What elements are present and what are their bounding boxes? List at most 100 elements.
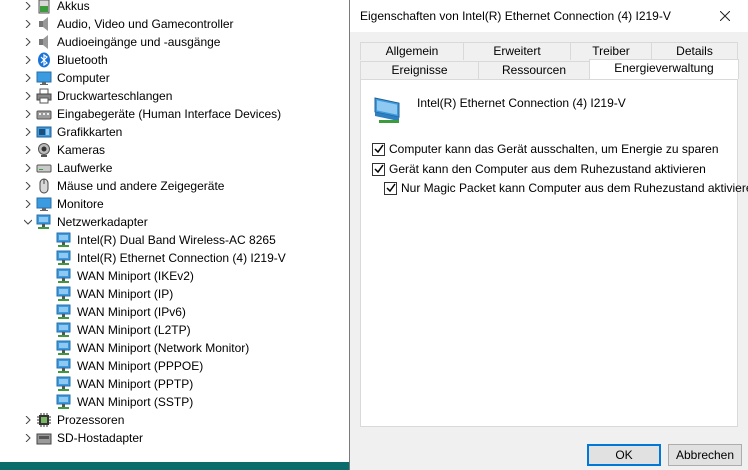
checkbox-label: Nur Magic Packet kann Computer aus dem R…: [401, 181, 748, 195]
battery-icon: [36, 0, 52, 14]
tree-item-label: Mäuse und andere Zeigegeräte: [57, 179, 225, 193]
tree-child-wan-ipv6[interactable]: WAN Miniport (IPv6): [0, 303, 186, 321]
ok-button[interactable]: OK: [587, 444, 661, 466]
tree-item-label: Audioeingänge und -ausgänge: [57, 35, 221, 49]
tree-item-label: Druckwarteschlangen: [57, 89, 173, 103]
network-adapter-icon: [56, 394, 72, 410]
network-adapter-icon: [56, 250, 72, 266]
tab-treiber[interactable]: Treiber: [570, 42, 652, 60]
tree-item-label: Kameras: [57, 143, 106, 157]
network-adapter-icon: [56, 322, 72, 338]
chevron-right-icon[interactable]: [22, 432, 34, 444]
tree-child-wan-pptp[interactable]: WAN Miniport (PPTP): [0, 375, 193, 393]
drive-icon: [36, 160, 52, 176]
tree-item-cameras[interactable]: Kameras: [0, 141, 105, 159]
tab-allgemein[interactable]: Allgemein: [360, 42, 464, 60]
camera-icon: [36, 142, 52, 158]
tab-ressourcen[interactable]: Ressourcen: [478, 61, 590, 79]
tree-item-label: Audio, Video und Gamecontroller: [57, 17, 234, 31]
tree-item-graphics[interactable]: Grafikkarten: [0, 123, 122, 141]
tree-item-label: Grafikkarten: [57, 125, 123, 139]
tree-item-computer[interactable]: Computer: [0, 69, 110, 87]
chevron-right-icon[interactable]: [22, 414, 34, 426]
close-icon: [720, 10, 730, 21]
chevron-right-icon[interactable]: [22, 162, 34, 174]
checkmark-icon: [373, 144, 384, 154]
checkbox-box[interactable]: [384, 181, 397, 195]
allow-wake-checkbox[interactable]: Gerät kann den Computer aus dem Ruhezust…: [372, 162, 706, 176]
network-adapter-icon: [36, 214, 52, 230]
tree-child-label: WAN Miniport (SSTP): [77, 395, 194, 409]
close-button[interactable]: [702, 0, 748, 31]
tree-item-print-queues[interactable]: Druckwarteschlangen: [0, 87, 172, 105]
tab-details[interactable]: Details: [651, 42, 738, 60]
tab-energieverwaltung[interactable]: Energieverwaltung: [589, 59, 739, 79]
network-adapter-icon: [56, 340, 72, 356]
tree-item-label: Bluetooth: [57, 53, 108, 67]
tree-child-wan-l2tp[interactable]: WAN Miniport (L2TP): [0, 321, 191, 339]
checkbox-label: Computer kann das Gerät ausschalten, um …: [389, 142, 719, 156]
chevron-right-icon[interactable]: [22, 90, 34, 102]
tree-child-ethernet-i219[interactable]: Intel(R) Ethernet Connection (4) I219-V: [0, 249, 286, 267]
hid-icon: [36, 106, 52, 122]
tree-item-drives[interactable]: Laufwerke: [0, 159, 112, 177]
network-adapter-icon: [56, 358, 72, 374]
network-adapter-icon: [374, 97, 400, 123]
cancel-button[interactable]: Abbrechen: [668, 444, 742, 466]
tab-ereignisse[interactable]: Ereignisse: [360, 61, 479, 79]
tree-item-monitors[interactable]: Monitore: [0, 195, 104, 213]
tree-child-wan-network-monitor[interactable]: WAN Miniport (Network Monitor): [0, 339, 249, 357]
checkbox-box[interactable]: [372, 162, 385, 176]
chevron-right-icon[interactable]: [22, 72, 34, 84]
speaker-icon: [36, 34, 52, 50]
chevron-right-icon[interactable]: [22, 36, 34, 48]
chevron-right-icon[interactable]: [22, 144, 34, 156]
tree-child-wan-ikev2[interactable]: WAN Miniport (IKEv2): [0, 267, 194, 285]
checkbox-box[interactable]: [372, 142, 385, 156]
chevron-right-icon[interactable]: [22, 198, 34, 210]
speaker-icon: [36, 16, 52, 32]
network-adapter-icon: [56, 304, 72, 320]
tree-item-label: Monitore: [57, 197, 104, 211]
tree-item-audio-video[interactable]: Audio, Video und Gamecontroller: [0, 15, 234, 33]
dialog-titlebar[interactable]: Eigenschaften von Intel(R) Ethernet Conn…: [350, 0, 748, 32]
tree-item-sd-host[interactable]: SD-Hostadapter: [0, 429, 143, 447]
network-adapter-icon: [56, 232, 72, 248]
tree-child-label: WAN Miniport (Network Monitor): [77, 341, 250, 355]
tree-child-label: WAN Miniport (L2TP): [77, 323, 191, 337]
tree-item-mice[interactable]: Mäuse und andere Zeigegeräte: [0, 177, 224, 195]
chevron-right-icon[interactable]: [22, 18, 34, 30]
device-tree[interactable]: Akkus Audio, Video und Gamecontroller Au…: [0, 0, 350, 462]
tab-erweitert[interactable]: Erweitert: [463, 42, 571, 60]
tree-child-wan-ip[interactable]: WAN Miniport (IP): [0, 285, 173, 303]
processor-icon: [36, 412, 52, 428]
chevron-down-icon[interactable]: [22, 216, 34, 228]
tree-item-akkus[interactable]: Akkus: [0, 0, 90, 15]
magic-packet-only-checkbox[interactable]: Nur Magic Packet kann Computer aus dem R…: [384, 181, 748, 195]
tree-child-label: Intel(R) Ethernet Connection (4) I219-V: [77, 251, 286, 265]
tree-child-label: WAN Miniport (IP): [77, 287, 174, 301]
tree-item-label: Eingabegeräte (Human Interface Devices): [57, 107, 282, 121]
chevron-right-icon[interactable]: [22, 108, 34, 120]
tree-item-label: Akkus: [57, 0, 90, 13]
tree-item-audio-io[interactable]: Audioeingänge und -ausgänge: [0, 33, 220, 51]
allow-turn-off-checkbox[interactable]: Computer kann das Gerät ausschalten, um …: [372, 142, 719, 156]
tree-item-hid[interactable]: Eingabegeräte (Human Interface Devices): [0, 105, 281, 123]
tree-child-label: WAN Miniport (IKEv2): [77, 269, 194, 283]
tree-child-wireless-8265[interactable]: Intel(R) Dual Band Wireless-AC 8265: [0, 231, 276, 249]
chevron-right-icon[interactable]: [22, 0, 34, 12]
tree-item-label: Netzwerkadapter: [57, 215, 148, 229]
device-name: Intel(R) Ethernet Connection (4) I219-V: [417, 96, 626, 110]
tree-child-wan-pppoe[interactable]: WAN Miniport (PPPOE): [0, 357, 203, 375]
tree-child-wan-sstp[interactable]: WAN Miniport (SSTP): [0, 393, 193, 411]
tree-item-processors[interactable]: Prozessoren: [0, 411, 124, 429]
chevron-right-icon[interactable]: [22, 126, 34, 138]
tree-item-bluetooth[interactable]: Bluetooth: [0, 51, 108, 69]
network-adapter-icon: [56, 376, 72, 392]
chevron-right-icon[interactable]: [22, 54, 34, 66]
tree-item-network-adapters[interactable]: Netzwerkadapter: [0, 213, 148, 231]
chevron-right-icon[interactable]: [22, 180, 34, 192]
checkmark-icon: [385, 183, 396, 193]
monitor-icon: [36, 70, 52, 86]
tree-item-label: Computer: [57, 71, 110, 85]
